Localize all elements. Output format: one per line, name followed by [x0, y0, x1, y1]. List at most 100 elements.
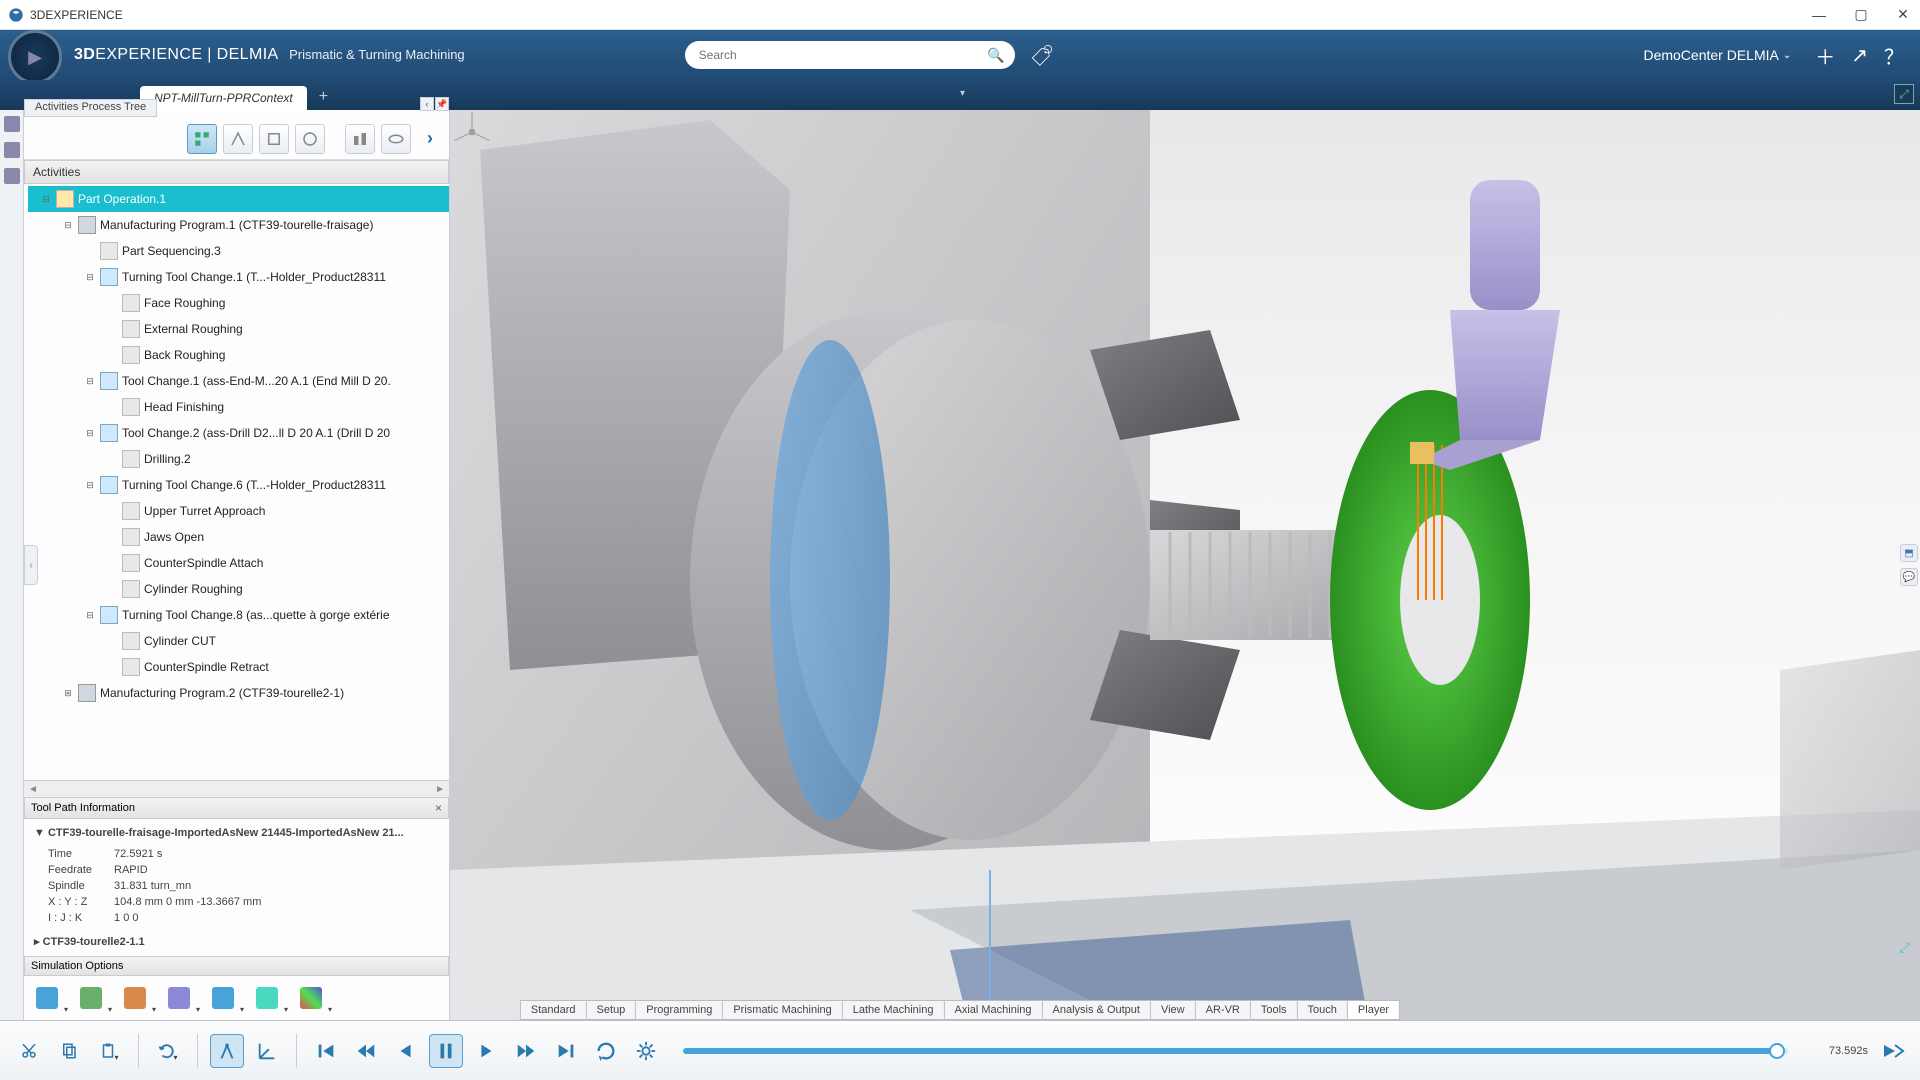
tree-row[interactable]: CounterSpindle Attach — [28, 550, 449, 576]
tree-row[interactable]: Drilling.2 — [28, 446, 449, 472]
toolbar-more-arrow[interactable]: › — [417, 124, 443, 154]
tree-row[interactable]: ⊟Turning Tool Change.6 (T...-Holder_Prod… — [28, 472, 449, 498]
activities-header[interactable]: Activities — [24, 160, 449, 184]
info-group-2[interactable]: ▸ CTF39-tourelle2-1.1 — [34, 933, 439, 950]
mode-tab[interactable]: AR-VR — [1196, 1000, 1251, 1020]
search-icon[interactable]: 🔍 — [987, 47, 1004, 64]
tree-row[interactable]: Cylinder CUT — [28, 628, 449, 654]
view-triad-icon[interactable] — [450, 110, 494, 154]
right-tool-1[interactable]: ⬒ — [1900, 544, 1918, 562]
step-back-button[interactable] — [349, 1034, 383, 1068]
panel-chevron-icon[interactable]: ‹ — [420, 97, 434, 111]
panel-pin-icon[interactable]: 📌 — [435, 97, 449, 111]
right-tool-2[interactable]: 💬 — [1900, 568, 1918, 586]
tree-row[interactable]: Part Sequencing.3 — [28, 238, 449, 264]
compass-button[interactable] — [8, 30, 62, 84]
new-tab-button[interactable]: + — [311, 84, 336, 110]
pause-button[interactable] — [429, 1034, 463, 1068]
settings-button[interactable] — [629, 1034, 663, 1068]
toolbar-btn-tree-view[interactable] — [187, 124, 217, 154]
skip-end-button[interactable] — [549, 1034, 583, 1068]
tree-row[interactable]: ⊟Turning Tool Change.1 (T...-Holder_Prod… — [28, 264, 449, 290]
tree-row[interactable]: CounterSpindle Retract — [28, 654, 449, 680]
copy-button[interactable] — [52, 1034, 86, 1068]
tree-row[interactable]: Head Finishing — [28, 394, 449, 420]
mode-tab[interactable]: Programming — [636, 1000, 723, 1020]
sim-btn-3[interactable]: ▾ — [120, 984, 150, 1012]
maximize-button[interactable]: ▢ — [1852, 6, 1870, 24]
simulation-options-header[interactable]: Simulation Options — [24, 956, 449, 976]
tree-row[interactable]: ⊟Part Operation.1 — [28, 186, 449, 212]
tree-row[interactable]: ⊟Tool Change.1 (ass-End-M...20 A.1 (End … — [28, 368, 449, 394]
sim-btn-6[interactable]: ▾ — [252, 984, 282, 1012]
tree-row[interactable]: Face Roughing — [28, 290, 449, 316]
share-button[interactable]: ↗ — [1851, 43, 1868, 68]
time-slider[interactable] — [683, 1048, 1788, 1054]
paste-button[interactable]: ▾ — [92, 1034, 126, 1068]
cut-button[interactable] — [12, 1034, 46, 1068]
tree-row[interactable]: Upper Turret Approach — [28, 498, 449, 524]
help-button[interactable]: ？ — [1884, 41, 1904, 70]
frame-back-button[interactable] — [389, 1034, 423, 1068]
sim-btn-1[interactable]: ▾ — [32, 984, 62, 1012]
process-tree[interactable]: ⊟Part Operation.1⊟Manufacturing Program.… — [24, 184, 449, 781]
sim-btn-7[interactable]: ▾ — [296, 984, 326, 1012]
play-button[interactable] — [469, 1034, 503, 1068]
3d-viewport[interactable]: ⬒ 💬 ⤢ — [450, 110, 1920, 1020]
info-group-1[interactable]: ▼ CTF39-tourelle-fraisage-ImportedAsNew … — [34, 825, 439, 841]
tab-menu-chevron[interactable]: ▾ — [960, 88, 965, 99]
mode-tab[interactable]: Player — [1348, 1000, 1400, 1020]
tree-row[interactable]: Back Roughing — [28, 342, 449, 368]
expand-toggle[interactable]: ⤢ — [1894, 84, 1914, 104]
toolbar-btn-2[interactable] — [223, 124, 253, 154]
close-button[interactable]: ✕ — [1894, 6, 1912, 24]
tool-display-button[interactable] — [210, 1034, 244, 1068]
rail-tool-2[interactable] — [4, 142, 20, 158]
add-button[interactable]: ＋ — [1815, 41, 1835, 70]
undo-button[interactable]: ▾ — [151, 1034, 185, 1068]
mode-tab[interactable]: Standard — [520, 1000, 587, 1020]
mode-tab[interactable]: Axial Machining — [944, 1000, 1042, 1020]
toolbar-btn-5[interactable] — [345, 124, 375, 154]
sim-btn-2[interactable]: ▾ — [76, 984, 106, 1012]
user-menu[interactable]: DemoCenter DELMIA⌄ — [1643, 47, 1791, 63]
search-box[interactable]: 🔍 — [685, 41, 1015, 69]
step-forward-button[interactable] — [509, 1034, 543, 1068]
sim-btn-5[interactable]: ▾ — [208, 984, 238, 1012]
mode-tab[interactable]: Analysis & Output — [1043, 1000, 1151, 1020]
tree-row[interactable]: Cylinder Roughing — [28, 576, 449, 602]
fit-view-icon[interactable]: ⤢ — [1896, 938, 1914, 956]
rail-tool-3[interactable] — [4, 168, 20, 184]
mode-tab[interactable]: Setup — [587, 1000, 637, 1020]
tree-row[interactable]: ⊟Turning Tool Change.8 (as...quette à go… — [28, 602, 449, 628]
skip-start-button[interactable] — [309, 1034, 343, 1068]
window-title: 3DEXPERIENCE — [30, 8, 1810, 22]
panel-collapse-chevron[interactable]: ‹ — [24, 545, 38, 585]
tree-row[interactable]: ⊞Manufacturing Program.2 (CTF39-tourelle… — [28, 680, 449, 706]
toolbar-btn-3[interactable] — [259, 124, 289, 154]
tree-row[interactable]: External Roughing — [28, 316, 449, 342]
jump-to-end-button[interactable] — [1878, 1036, 1908, 1066]
tree-row[interactable]: Jaws Open — [28, 524, 449, 550]
document-tab[interactable]: NPT-MillTurn-PPRContext — [140, 86, 307, 110]
mode-tab[interactable]: Prismatic Machining — [723, 1000, 842, 1020]
mode-tab[interactable]: Touch — [1298, 1000, 1348, 1020]
tree-row[interactable]: ⊟Manufacturing Program.1 (CTF39-tourelle… — [28, 212, 449, 238]
mode-tab[interactable]: Tools — [1251, 1000, 1298, 1020]
panel-tab-label[interactable]: Activities Process Tree — [24, 99, 157, 117]
info-close-icon[interactable]: × — [435, 801, 442, 815]
toolbar-btn-4[interactable] — [295, 124, 325, 154]
minimize-button[interactable]: — — [1810, 6, 1828, 24]
search-input[interactable] — [685, 41, 1015, 69]
rail-tool-1[interactable] — [4, 116, 20, 132]
mode-tab[interactable]: View — [1151, 1000, 1196, 1020]
tree-row[interactable]: ⊟Tool Change.2 (ass-Drill D2...ll D 20 A… — [28, 420, 449, 446]
coord-display-button[interactable] — [250, 1034, 284, 1068]
loop-button[interactable] — [589, 1034, 623, 1068]
tool-path-info-header[interactable]: Tool Path Information × — [24, 797, 449, 819]
tag-icon[interactable]: 🏷 — [1029, 42, 1054, 67]
mode-tab[interactable]: Lathe Machining — [843, 1000, 945, 1020]
sim-btn-4[interactable]: ▾ — [164, 984, 194, 1012]
tree-horizontal-scrollbar[interactable]: ◄► — [24, 781, 449, 797]
toolbar-btn-6[interactable] — [381, 124, 411, 154]
